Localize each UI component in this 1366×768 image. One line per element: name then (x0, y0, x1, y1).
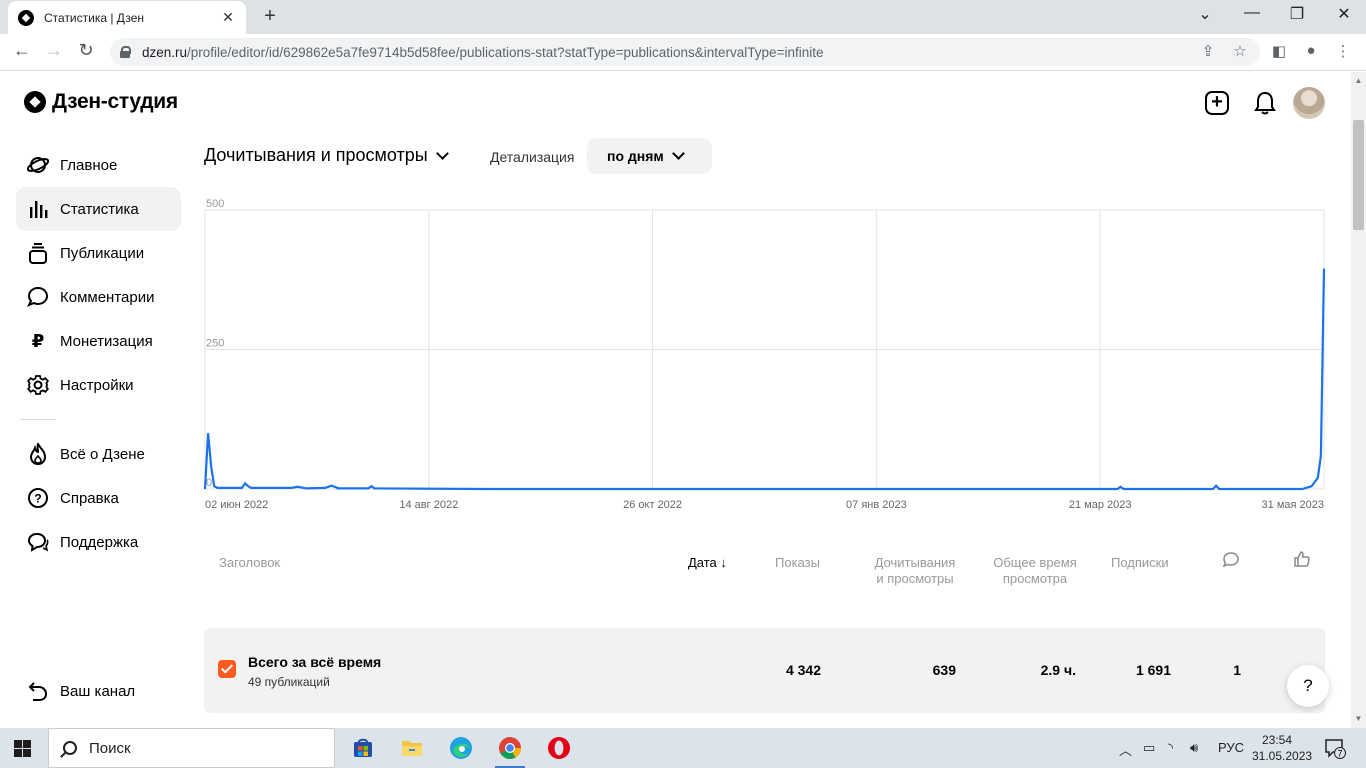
file-explorer-icon[interactable] (397, 733, 427, 763)
scroll-down-icon[interactable]: ▼ (1353, 714, 1364, 723)
summary-subtitle: 49 публикаций (248, 675, 330, 689)
col-watch-time[interactable]: Общее время просмотра (990, 555, 1080, 587)
notifications-count: 7 (1337, 749, 1342, 759)
summary-title: Всего за всё время (248, 654, 382, 670)
y-tick-label: 0 (206, 477, 212, 489)
col-likes[interactable] (1293, 550, 1311, 572)
y-tick-label: 250 (206, 338, 224, 350)
help-button[interactable]: ? (1287, 665, 1329, 707)
sidebar-item-label: Ваш канал (60, 682, 136, 700)
edge-icon[interactable] (446, 733, 476, 763)
notifications-icon[interactable]: 7 (1324, 737, 1346, 762)
show-hidden-icons-icon[interactable]: ︿ (1119, 740, 1132, 759)
col-reads[interactable]: Дочитывания и просмотры (872, 555, 958, 587)
x-tick-label: 14 авг 2022 (399, 499, 458, 511)
x-tick-label: 21 мар 2023 (1069, 499, 1132, 511)
clock-date: 31.05.2023 (1252, 749, 1313, 763)
chrome-icon[interactable] (495, 733, 525, 768)
x-tick-label: 02 июн 2022 (205, 499, 268, 511)
comment-icon (1222, 552, 1239, 568)
col-title[interactable]: Заголовок (219, 555, 280, 571)
summary-comments: 1 (1233, 662, 1241, 678)
clock-time: 23:54 (1261, 733, 1293, 747)
col-date[interactable]: Дата ↓ (688, 555, 727, 571)
x-tick-label: 07 янв 2023 (846, 499, 907, 511)
summary-shows: 4 342 (785, 662, 821, 678)
sidebar-item-support[interactable]: Поддержка (16, 520, 181, 564)
taskbar-search[interactable]: Поиск (48, 728, 335, 768)
col-time-line2: просмотра (1002, 571, 1068, 586)
x-tick-label: 26 окт 2022 (623, 499, 682, 511)
sidebar-bottom: Ваш канал (16, 669, 181, 713)
search-icon (63, 741, 77, 755)
col-comments[interactable] (1222, 551, 1240, 573)
chat-icon (26, 530, 50, 554)
like-icon (1294, 551, 1310, 567)
sort-arrow-down-icon: ↓ (720, 555, 727, 570)
summary-reads: 639 (932, 662, 956, 678)
series-line (203, 268, 1326, 491)
summary-checkbox[interactable] (218, 660, 236, 678)
views-chart: 500 250 0 02 июн 2022 14 авг 2022 26 окт 2022… (203, 198, 1326, 511)
col-shows[interactable]: Показы (775, 555, 820, 571)
clock[interactable]: 23:54 31.05.2023 (1252, 732, 1313, 764)
y-tick-label: 500 (206, 198, 224, 210)
return-icon (26, 679, 50, 703)
windows-taskbar: Поиск ︿ ▭ ◝ 🔊︎ РУС 23:54 31.05.2023 7 (0, 728, 1366, 768)
language-indicator[interactable]: РУС (1218, 740, 1244, 755)
col-time-line1: Общее время (993, 555, 1077, 570)
col-reads-line1: Дочитывания (874, 555, 956, 570)
col-subscriptions[interactable]: Подписки (1111, 555, 1169, 571)
taskbar-search-placeholder: Поиск (89, 739, 131, 757)
sidebar-item-your-channel[interactable]: Ваш канал (16, 669, 181, 713)
sidebar-item-label: Поддержка (60, 533, 139, 551)
volume-icon[interactable]: 🔊︎ (1190, 740, 1198, 756)
scrollbar-thumb[interactable] (1353, 120, 1364, 230)
col-reads-line2: и просмотры (876, 571, 954, 586)
wifi-icon[interactable]: ◝ (1168, 740, 1173, 756)
scroll-up-icon[interactable]: ▲ (1353, 76, 1364, 85)
opera-icon[interactable] (544, 733, 574, 763)
x-tick-label: 31 мая 2023 (1262, 499, 1324, 511)
summary-subscriptions: 1 691 (1135, 662, 1171, 678)
windows-start-icon[interactable] (14, 740, 31, 757)
battery-icon[interactable]: ▭ (1143, 740, 1155, 756)
store-icon[interactable] (348, 733, 378, 763)
summary-row: Всего за всё время 49 публикаций 4 342 6… (204, 628, 1325, 713)
summary-watch-time: 2.9 ч. (1040, 662, 1076, 678)
col-date-label: Дата (688, 555, 717, 570)
